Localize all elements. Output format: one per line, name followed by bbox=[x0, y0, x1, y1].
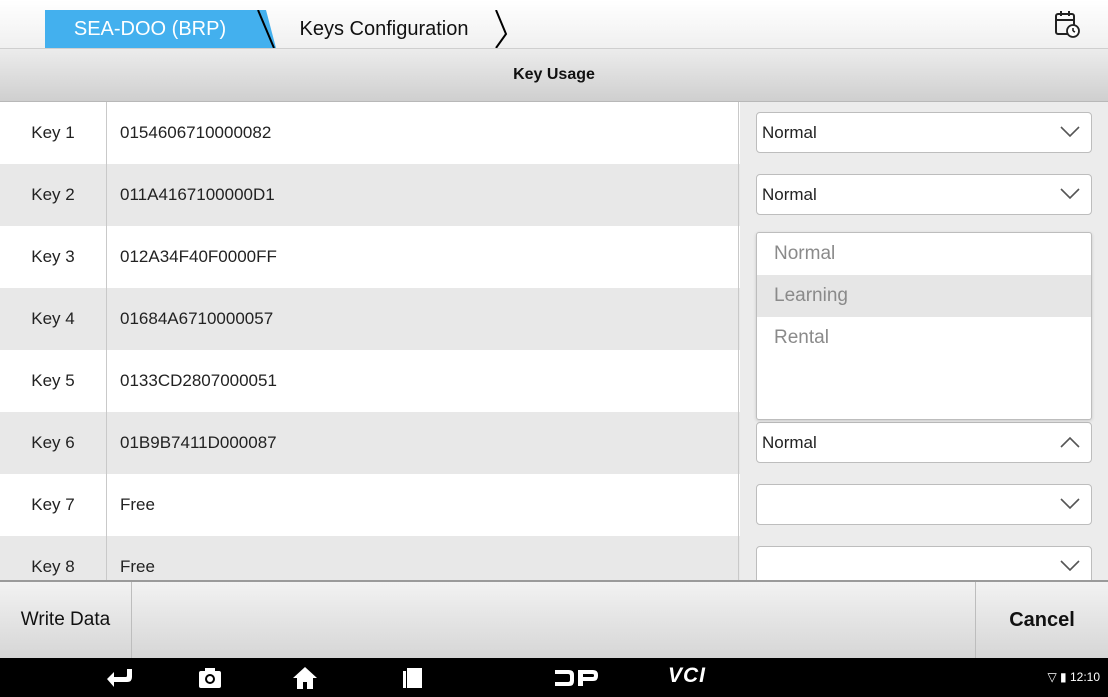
chevron-down-icon bbox=[1060, 560, 1080, 572]
key-id: 0133CD2807000051 bbox=[107, 350, 739, 412]
recent-apps-icon[interactable] bbox=[402, 666, 424, 690]
title-bar: SEA-DOO (BRP) Keys Configuration bbox=[0, 0, 1108, 49]
camera-icon[interactable] bbox=[197, 666, 223, 690]
key-label: Key 4 bbox=[0, 288, 107, 350]
breadcrumb-end-icon bbox=[495, 10, 508, 48]
key-label: Key 1 bbox=[0, 102, 107, 164]
chevron-down-icon bbox=[1060, 188, 1080, 200]
dropdown-option-rental[interactable]: Rental bbox=[757, 317, 1091, 359]
key-id: 011A4167100000D1 bbox=[107, 164, 739, 226]
usage-value: Normal bbox=[762, 433, 817, 452]
usage-select[interactable] bbox=[756, 546, 1092, 580]
wifi-icon: ▽ bbox=[1047, 670, 1057, 684]
write-data-button[interactable]: Write Data bbox=[0, 582, 132, 658]
key-label: Key 7 bbox=[0, 474, 107, 536]
key-label: Key 3 bbox=[0, 226, 107, 288]
key-label: Key 6 bbox=[0, 412, 107, 474]
table-row: Key 6 01B9B7411D000087 Normal bbox=[0, 412, 1108, 475]
calendar-report-icon[interactable] bbox=[1054, 10, 1080, 38]
vci-label[interactable]: VCI bbox=[668, 664, 706, 688]
key-label: Key 2 bbox=[0, 164, 107, 226]
key-id: Free bbox=[107, 536, 739, 580]
dp-logo-icon[interactable] bbox=[553, 666, 599, 690]
usage-select[interactable]: Normal bbox=[756, 174, 1092, 215]
usage-value: Normal bbox=[762, 185, 817, 204]
usage-select-open[interactable]: Normal bbox=[756, 422, 1092, 463]
dropdown-option-normal[interactable]: Normal bbox=[757, 233, 1091, 275]
key-id: 01B9B7411D000087 bbox=[107, 412, 739, 474]
cancel-button[interactable]: Cancel bbox=[975, 582, 1108, 658]
key-id: Free bbox=[107, 474, 739, 536]
status-area: ▽ ▮ 12:10 bbox=[1047, 670, 1100, 684]
home-icon[interactable] bbox=[292, 666, 318, 690]
chevron-down-icon bbox=[1060, 126, 1080, 138]
table-row: Key 2 011A4167100000D1 Normal bbox=[0, 164, 1108, 227]
table-row: Key 8 Free bbox=[0, 536, 1108, 580]
back-icon[interactable] bbox=[105, 666, 135, 690]
chevron-down-icon bbox=[1060, 498, 1080, 510]
usage-value: Normal bbox=[762, 123, 817, 142]
table-row: Key 1 0154606710000082 Normal bbox=[0, 102, 1108, 165]
battery-icon: ▮ bbox=[1060, 670, 1067, 684]
usage-dropdown-list: Normal Learning Rental bbox=[756, 232, 1092, 420]
key-id: 012A34F40F0000FF bbox=[107, 226, 739, 288]
dropdown-option-learning[interactable]: Learning bbox=[757, 275, 1091, 317]
table-row: Key 7 Free bbox=[0, 474, 1108, 537]
usage-select[interactable]: Normal bbox=[756, 112, 1092, 153]
action-bar: Write Data Cancel bbox=[0, 580, 1108, 658]
usage-select[interactable] bbox=[756, 484, 1092, 525]
chevron-up-icon bbox=[1060, 436, 1080, 448]
breadcrumb-page[interactable]: Keys Configuration bbox=[268, 10, 500, 48]
key-id: 01684A6710000057 bbox=[107, 288, 739, 350]
key-label: Key 8 bbox=[0, 536, 107, 580]
breadcrumb-brand[interactable]: SEA-DOO (BRP) bbox=[45, 10, 255, 48]
table-header: Key Usage bbox=[0, 49, 1108, 102]
key-id: 0154606710000082 bbox=[107, 102, 739, 164]
key-label: Key 5 bbox=[0, 350, 107, 412]
clock: 12:10 bbox=[1069, 670, 1100, 684]
system-nav-bar: VCI ▽ ▮ 12:10 bbox=[0, 658, 1108, 697]
